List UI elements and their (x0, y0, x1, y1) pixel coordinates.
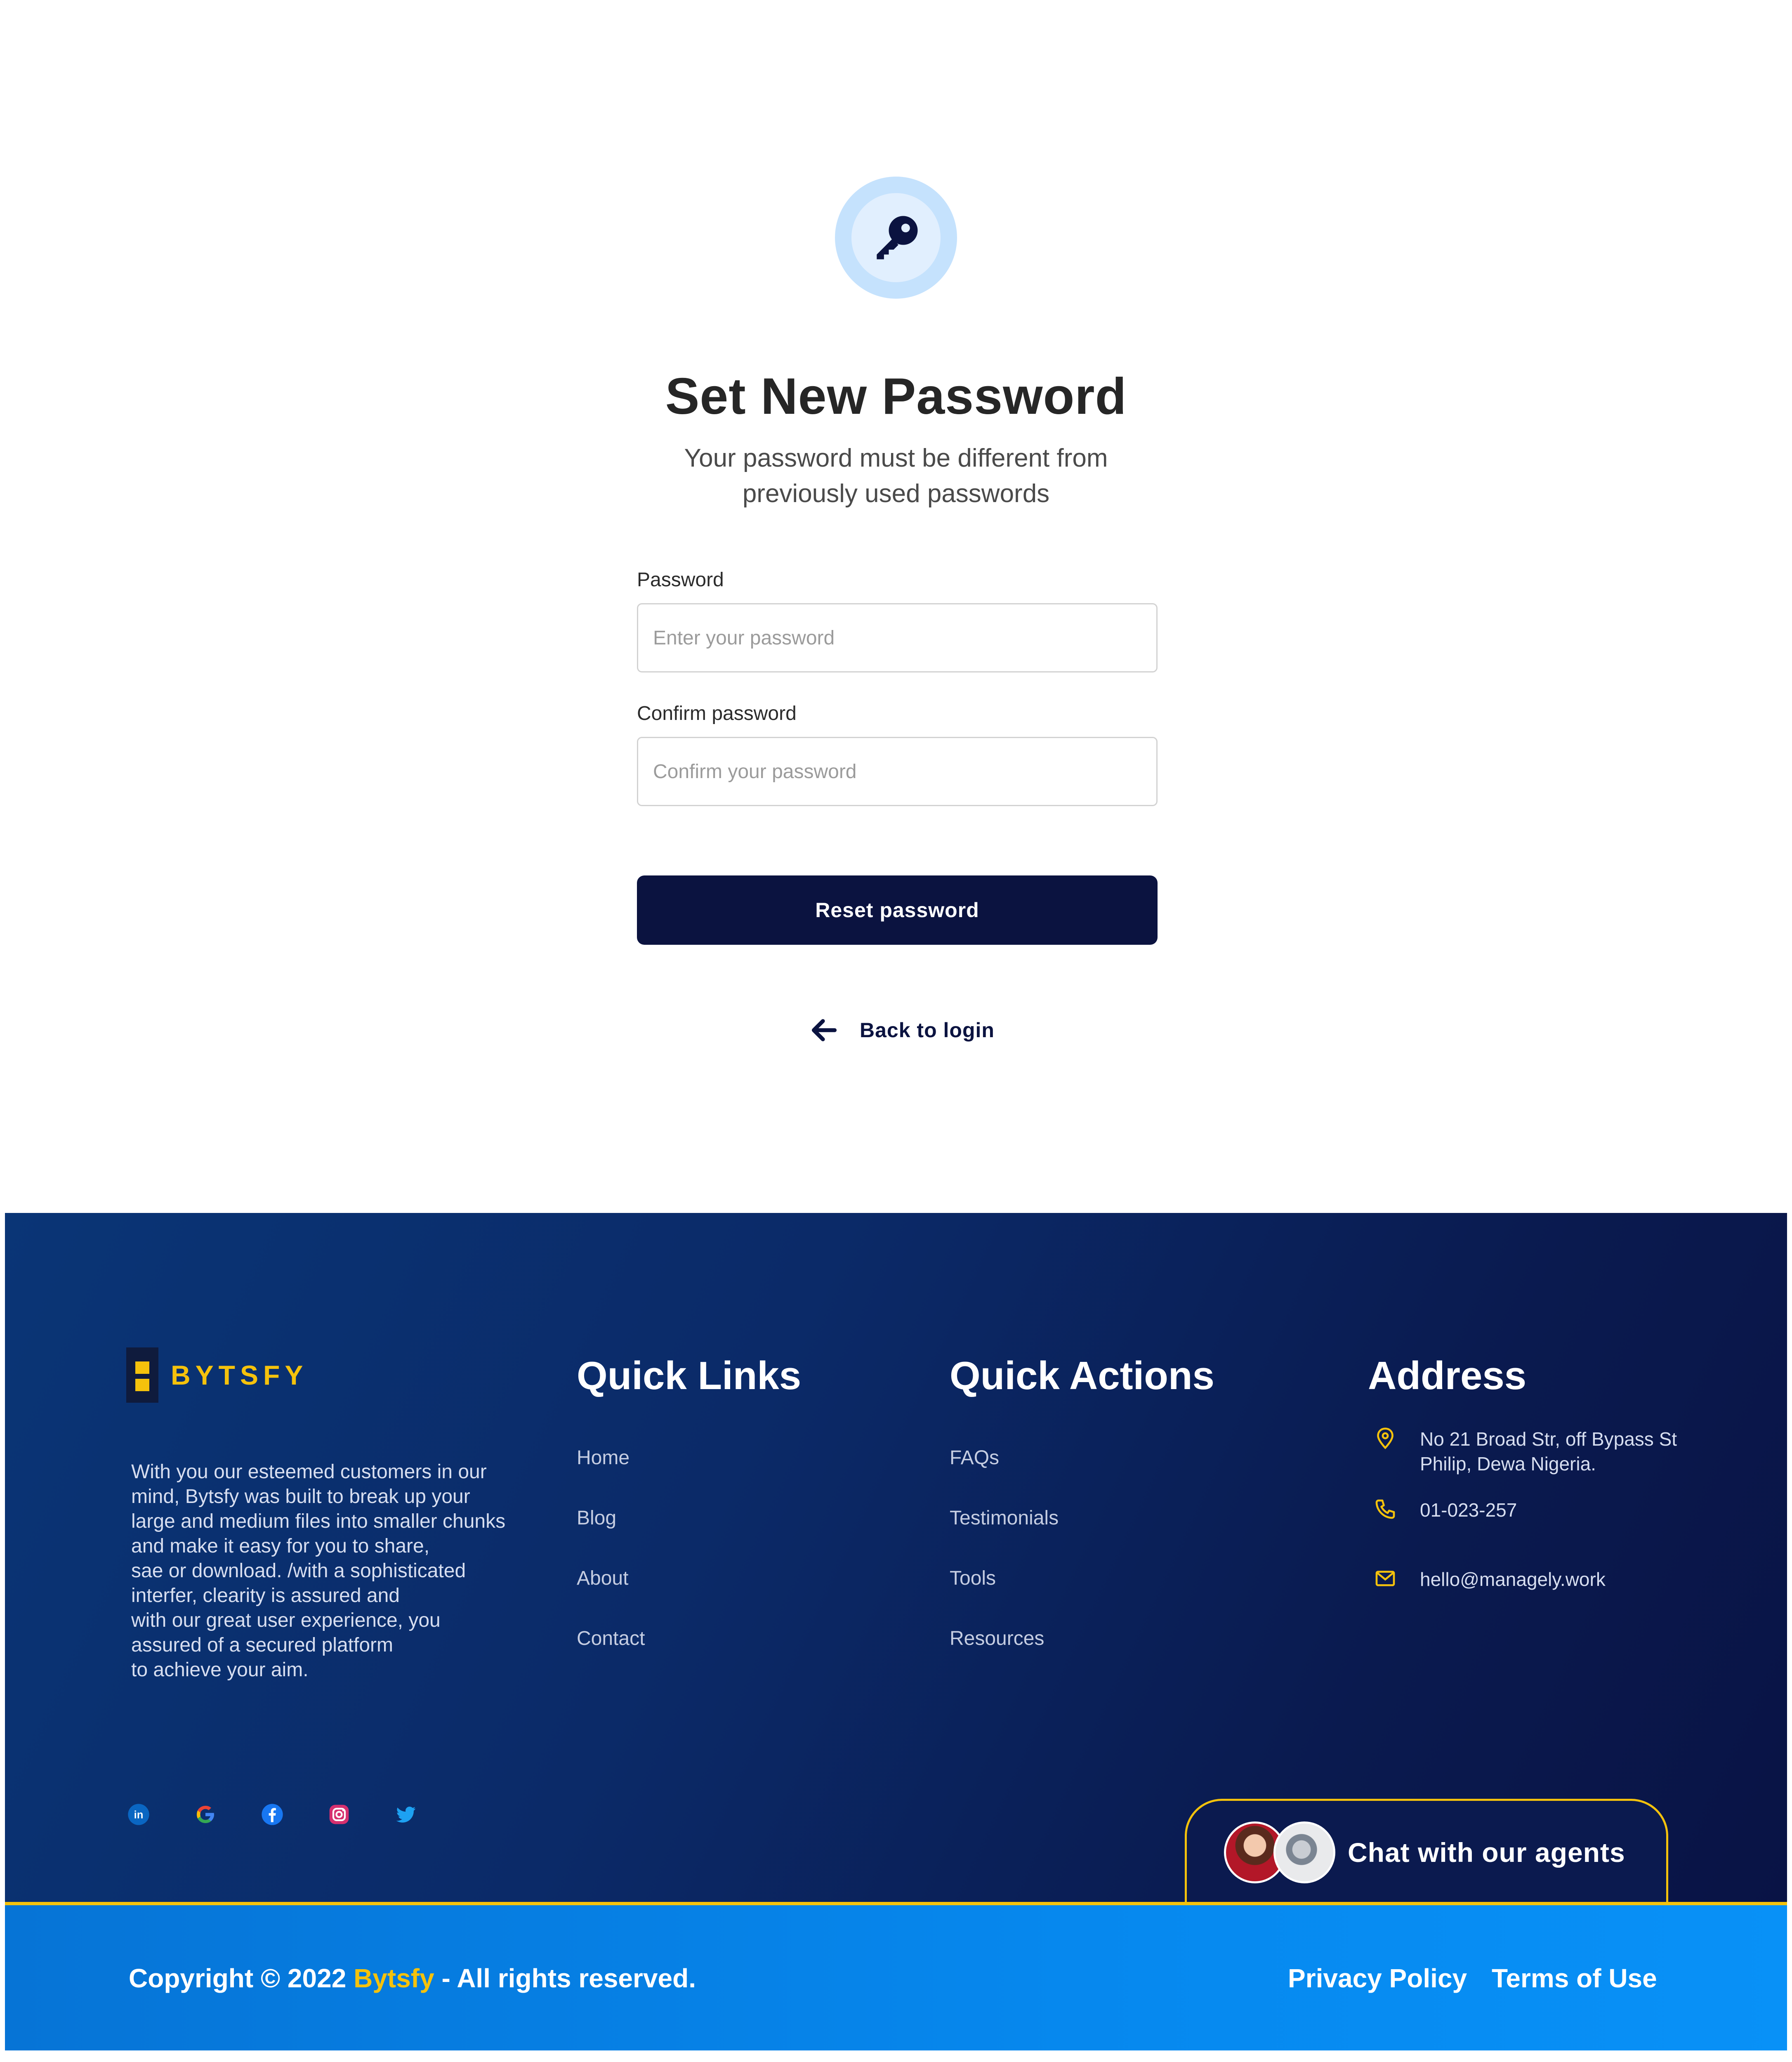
password-input[interactable] (637, 603, 1158, 672)
linkedin-icon[interactable]: in (127, 1803, 150, 1826)
footer-link-tools[interactable]: Tools (950, 1567, 996, 1590)
reset-password-section: Set New Password Your password must be d… (0, 0, 1792, 1213)
copyright-suffix: - All rights reserved. (434, 1963, 696, 1993)
footer-divider (5, 1902, 1787, 1905)
agent-avatars (1224, 1821, 1335, 1883)
confirm-password-label: Confirm password (637, 703, 797, 724)
copyright-prefix: Copyright © 2022 (129, 1963, 354, 1993)
brand-name: BYTSFY (171, 1360, 308, 1390)
footer-link-faqs[interactable]: FAQs (950, 1446, 999, 1469)
back-to-login-label: Back to login (860, 1019, 995, 1042)
instagram-icon[interactable] (328, 1803, 351, 1826)
agent-avatar-2 (1273, 1821, 1335, 1883)
page-title: Set New Password (665, 368, 1127, 425)
confirm-password-input[interactable] (637, 737, 1158, 806)
footer-link-about[interactable]: About (577, 1567, 628, 1590)
quick-links-title: Quick Links (577, 1354, 802, 1398)
chat-label: Chat with our agents (1348, 1837, 1625, 1868)
location-pin-icon (1377, 1427, 1394, 1449)
footer-link-blog[interactable]: Blog (577, 1507, 616, 1529)
phone-icon (1375, 1499, 1395, 1519)
footer-link-contact[interactable]: Contact (577, 1627, 645, 1650)
facebook-icon[interactable] (261, 1803, 284, 1826)
brand-logo[interactable]: BYTSFY (126, 1347, 308, 1403)
address-location-row: No 21 Broad Str, off Bypass St Philip, D… (1374, 1427, 1677, 1476)
site-footer: BYTSFY With you our esteemed customers i… (5, 1213, 1787, 1905)
copyright-brand[interactable]: Bytsfy (354, 1963, 434, 1993)
quick-actions-title: Quick Actions (950, 1354, 1214, 1398)
twitter-icon[interactable] (394, 1803, 417, 1826)
key-badge (835, 177, 957, 299)
logo-mark-icon (126, 1347, 158, 1403)
footer-link-resources[interactable]: Resources (950, 1627, 1044, 1650)
address-email-row: hello@managely.work (1374, 1567, 1606, 1592)
address-title: Address (1368, 1354, 1527, 1398)
reset-password-button[interactable]: Reset password (637, 875, 1158, 945)
page-subtitle: Your password must be different from pre… (0, 441, 1792, 512)
address-phone-row: 01-023-257 (1374, 1498, 1517, 1522)
subtitle-line-2: previously used passwords (742, 479, 1050, 508)
about-text: With you our esteemed customers in our m… (131, 1461, 506, 1681)
address-location: No 21 Broad Str, off Bypass St Philip, D… (1420, 1428, 1677, 1475)
copyright-bar: Copyright © 2022 Bytsfy - All rights res… (5, 1905, 1787, 2050)
footer-link-testimonials[interactable]: Testimonials (950, 1507, 1059, 1529)
privacy-policy-link[interactable]: Privacy Policy (1288, 1963, 1467, 1994)
back-to-login-link[interactable]: Back to login (809, 1012, 995, 1049)
footer-link-home[interactable]: Home (577, 1446, 630, 1469)
chat-with-agents-button[interactable]: Chat with our agents (1185, 1799, 1668, 1904)
password-label: Password (637, 569, 724, 591)
subtitle-line-1: Your password must be different from (684, 444, 1108, 472)
address-email[interactable]: hello@managely.work (1420, 1567, 1606, 1592)
svg-text:in: in (134, 1809, 144, 1821)
mail-icon (1375, 1571, 1395, 1586)
terms-of-use-link[interactable]: Terms of Use (1492, 1963, 1657, 1994)
address-phone[interactable]: 01-023-257 (1420, 1498, 1517, 1522)
copyright-text: Copyright © 2022 Bytsfy - All rights res… (129, 1963, 696, 1994)
arrow-left-icon (811, 1019, 837, 1041)
key-icon (877, 216, 918, 260)
google-icon[interactable] (194, 1803, 217, 1826)
